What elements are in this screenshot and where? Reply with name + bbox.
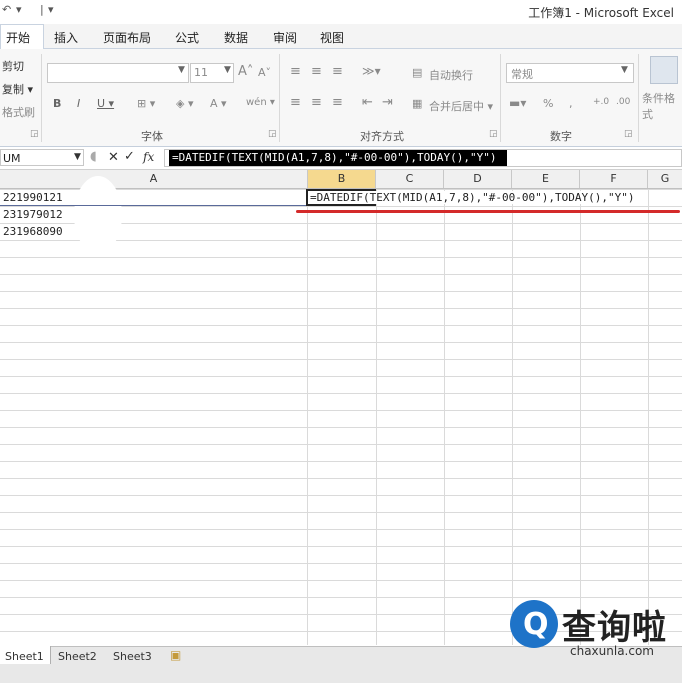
column-header-d[interactable]: D bbox=[444, 170, 512, 188]
column-header-f[interactable]: F bbox=[580, 170, 648, 188]
copy-button[interactable]: 复制 ▾ bbox=[2, 81, 33, 97]
underline-button[interactable]: U ▾ bbox=[97, 97, 114, 110]
fill-color-button[interactable]: ◈ ▾ bbox=[176, 97, 193, 110]
tab-page-layout[interactable]: 页面布局 bbox=[103, 29, 151, 46]
tab-home[interactable]: 开始 bbox=[6, 29, 30, 46]
tab-formulas[interactable]: 公式 bbox=[175, 29, 199, 46]
align-center-icon[interactable]: ≡ bbox=[311, 95, 322, 110]
cell-a1[interactable]: 221990121 bbox=[3, 191, 63, 204]
orientation-icon[interactable]: ≫▾ bbox=[362, 64, 381, 78]
cell-a2[interactable]: 231979012 bbox=[3, 208, 63, 221]
increase-decimal-button[interactable]: +.0 bbox=[593, 97, 609, 107]
border-button[interactable]: ⊞ ▾ bbox=[137, 97, 155, 110]
number-group-label: 数字 bbox=[550, 130, 572, 143]
font-name-chevron-icon: ▼ bbox=[178, 65, 185, 75]
conditional-format-button[interactable]: 条件格式 bbox=[642, 90, 682, 122]
sheet-tab-sheet1[interactable]: Sheet1 bbox=[5, 650, 44, 663]
window-title: 工作簿1 - Microsoft Excel bbox=[528, 6, 674, 20]
insert-function-icon[interactable]: fx bbox=[143, 150, 154, 164]
font-color-button[interactable]: A ▾ bbox=[210, 97, 227, 110]
conditional-format-icon[interactable] bbox=[650, 56, 678, 84]
watermark-brand-name: 查询啦 bbox=[562, 608, 667, 648]
ribbon-separator bbox=[279, 54, 280, 142]
name-box-chevron-icon[interactable]: ▼ bbox=[74, 152, 81, 162]
quick-access-separator: | bbox=[40, 3, 44, 16]
sheet-tab-sheet2[interactable]: Sheet2 bbox=[58, 650, 97, 663]
font-launcher-icon[interactable]: ◲ bbox=[268, 129, 277, 139]
italic-button[interactable]: I bbox=[77, 97, 80, 110]
ribbon-separator bbox=[500, 54, 501, 142]
formula-bar-grip-icon: ◖ bbox=[90, 149, 97, 164]
align-middle-icon[interactable]: ≡ bbox=[311, 64, 322, 79]
align-bottom-icon[interactable]: ≡ bbox=[332, 64, 343, 79]
column-header-b[interactable]: B bbox=[308, 170, 376, 188]
customize-quick-access-icon[interactable]: ▾ bbox=[48, 3, 54, 16]
bold-button[interactable]: B bbox=[53, 97, 61, 110]
decrease-decimal-button[interactable]: .00 bbox=[616, 97, 630, 107]
cancel-formula-icon[interactable]: ✕ bbox=[108, 150, 119, 165]
watermark-url: chaxunla.com bbox=[570, 644, 654, 658]
insert-sheet-icon[interactable]: ▣ bbox=[170, 648, 181, 662]
comma-button[interactable]: , bbox=[569, 97, 573, 110]
cut-button[interactable]: 剪切 bbox=[2, 58, 24, 74]
tab-view[interactable]: 视图 bbox=[320, 29, 344, 46]
shrink-font-button[interactable]: A˅ bbox=[258, 66, 271, 79]
alignment-launcher-icon[interactable]: ◲ bbox=[489, 129, 498, 139]
wrap-text-button[interactable]: 自动换行 bbox=[429, 67, 473, 83]
font-name-dropdown[interactable] bbox=[47, 63, 189, 83]
align-top-icon[interactable]: ≡ bbox=[290, 64, 301, 79]
align-left-icon[interactable]: ≡ bbox=[290, 95, 301, 110]
quick-access-dropdown-icon[interactable]: ▾ bbox=[16, 3, 22, 16]
grid-line bbox=[376, 189, 377, 645]
merge-center-icon: ▦ bbox=[412, 97, 423, 110]
number-launcher-icon[interactable]: ◲ bbox=[624, 129, 633, 139]
merge-center-button[interactable]: 合并后居中 ▾ bbox=[429, 98, 493, 114]
increase-indent-icon[interactable]: ⇥ bbox=[382, 95, 393, 110]
font-group-label: 字体 bbox=[141, 130, 163, 143]
tab-review[interactable]: 审阅 bbox=[273, 29, 297, 46]
column-header-e[interactable]: E bbox=[512, 170, 580, 188]
column-header-g[interactable]: G bbox=[648, 170, 682, 188]
row1-underline bbox=[0, 205, 308, 206]
grid-line bbox=[444, 189, 445, 645]
wrap-text-icon: ▤ bbox=[412, 66, 423, 79]
undo-icon[interactable]: ↶ bbox=[2, 3, 11, 16]
number-format-chevron-icon: ▼ bbox=[621, 65, 628, 75]
ribbon-separator bbox=[638, 54, 639, 142]
column-header-c[interactable]: C bbox=[376, 170, 444, 188]
ribbon-separator bbox=[41, 54, 42, 142]
format-painter-button[interactable]: 格式刷 bbox=[2, 104, 35, 120]
tab-insert[interactable]: 插入 bbox=[54, 29, 78, 46]
grid-line bbox=[580, 189, 581, 645]
cell-b1-editing[interactable]: =DATEDIF(TEXT(MID(A1,7,8),"#-00-00"),TOD… bbox=[310, 191, 637, 204]
formula-text-selected: =DATEDIF(TEXT(MID(A1,7,8),"#-00-00"),TOD… bbox=[169, 150, 507, 166]
percent-button[interactable]: % bbox=[543, 97, 553, 110]
column-header-a[interactable]: A bbox=[0, 170, 308, 188]
font-size-chevron-icon: ▼ bbox=[224, 65, 231, 75]
number-format-value: 常规 bbox=[511, 68, 533, 81]
currency-icon[interactable]: ▬▾ bbox=[509, 96, 526, 110]
grid-line bbox=[648, 189, 649, 645]
name-box[interactable]: UM bbox=[0, 149, 84, 166]
phonetic-button[interactable]: wén ▾ bbox=[246, 97, 275, 108]
align-right-icon[interactable]: ≡ bbox=[332, 95, 343, 110]
grow-font-button[interactable]: A˄ bbox=[238, 64, 253, 79]
blur-redaction bbox=[74, 176, 122, 254]
clipboard-launcher-icon[interactable]: ◲ bbox=[30, 129, 39, 139]
font-size-value: 11 bbox=[194, 66, 208, 79]
decrease-indent-icon[interactable]: ⇤ bbox=[362, 95, 373, 110]
alignment-group-label: 对齐方式 bbox=[360, 130, 404, 143]
watermark-logo-letter: Q bbox=[523, 607, 549, 642]
sheet-tab-sheet3[interactable]: Sheet3 bbox=[113, 650, 152, 663]
red-annotation-underline bbox=[296, 210, 680, 213]
grid-line bbox=[512, 189, 513, 645]
enter-formula-icon[interactable]: ✓ bbox=[124, 149, 135, 164]
cell-a3[interactable]: 231968090 bbox=[3, 225, 63, 238]
tab-data[interactable]: 数据 bbox=[224, 29, 248, 46]
